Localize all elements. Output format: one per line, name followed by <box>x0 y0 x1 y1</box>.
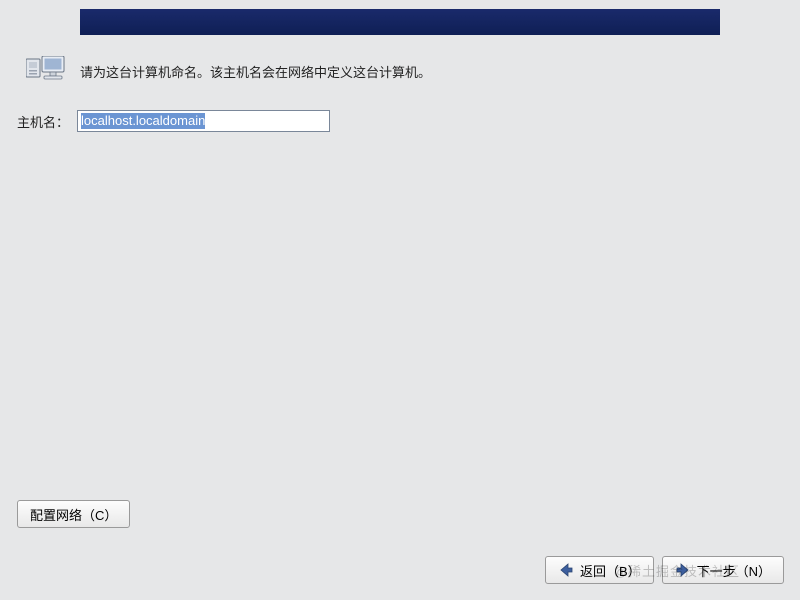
instruction-block: 请为这台计算机命名。该主机名会在网络中定义这台计算机。 <box>26 56 431 91</box>
footer-buttons: 返回（B） 下一步（N） <box>545 556 784 584</box>
arrow-left-icon <box>558 562 574 578</box>
back-label: 返回（B） <box>580 561 641 580</box>
configure-network-label: 配置网络（C） <box>30 505 117 524</box>
next-button[interactable]: 下一步（N） <box>662 556 784 584</box>
hostname-input[interactable] <box>77 110 330 132</box>
instruction-text: 请为这台计算机命名。该主机名会在网络中定义这台计算机。 <box>80 62 431 81</box>
back-button[interactable]: 返回（B） <box>545 556 654 584</box>
hostname-row: 主机名： localhost.localdomain <box>17 110 330 132</box>
configure-network-button[interactable]: 配置网络（C） <box>17 500 130 528</box>
next-label: 下一步（N） <box>697 561 771 580</box>
header-banner <box>80 9 720 35</box>
arrow-right-icon <box>675 562 691 578</box>
hostname-label: 主机名： <box>17 112 69 131</box>
computers-icon <box>26 56 66 91</box>
